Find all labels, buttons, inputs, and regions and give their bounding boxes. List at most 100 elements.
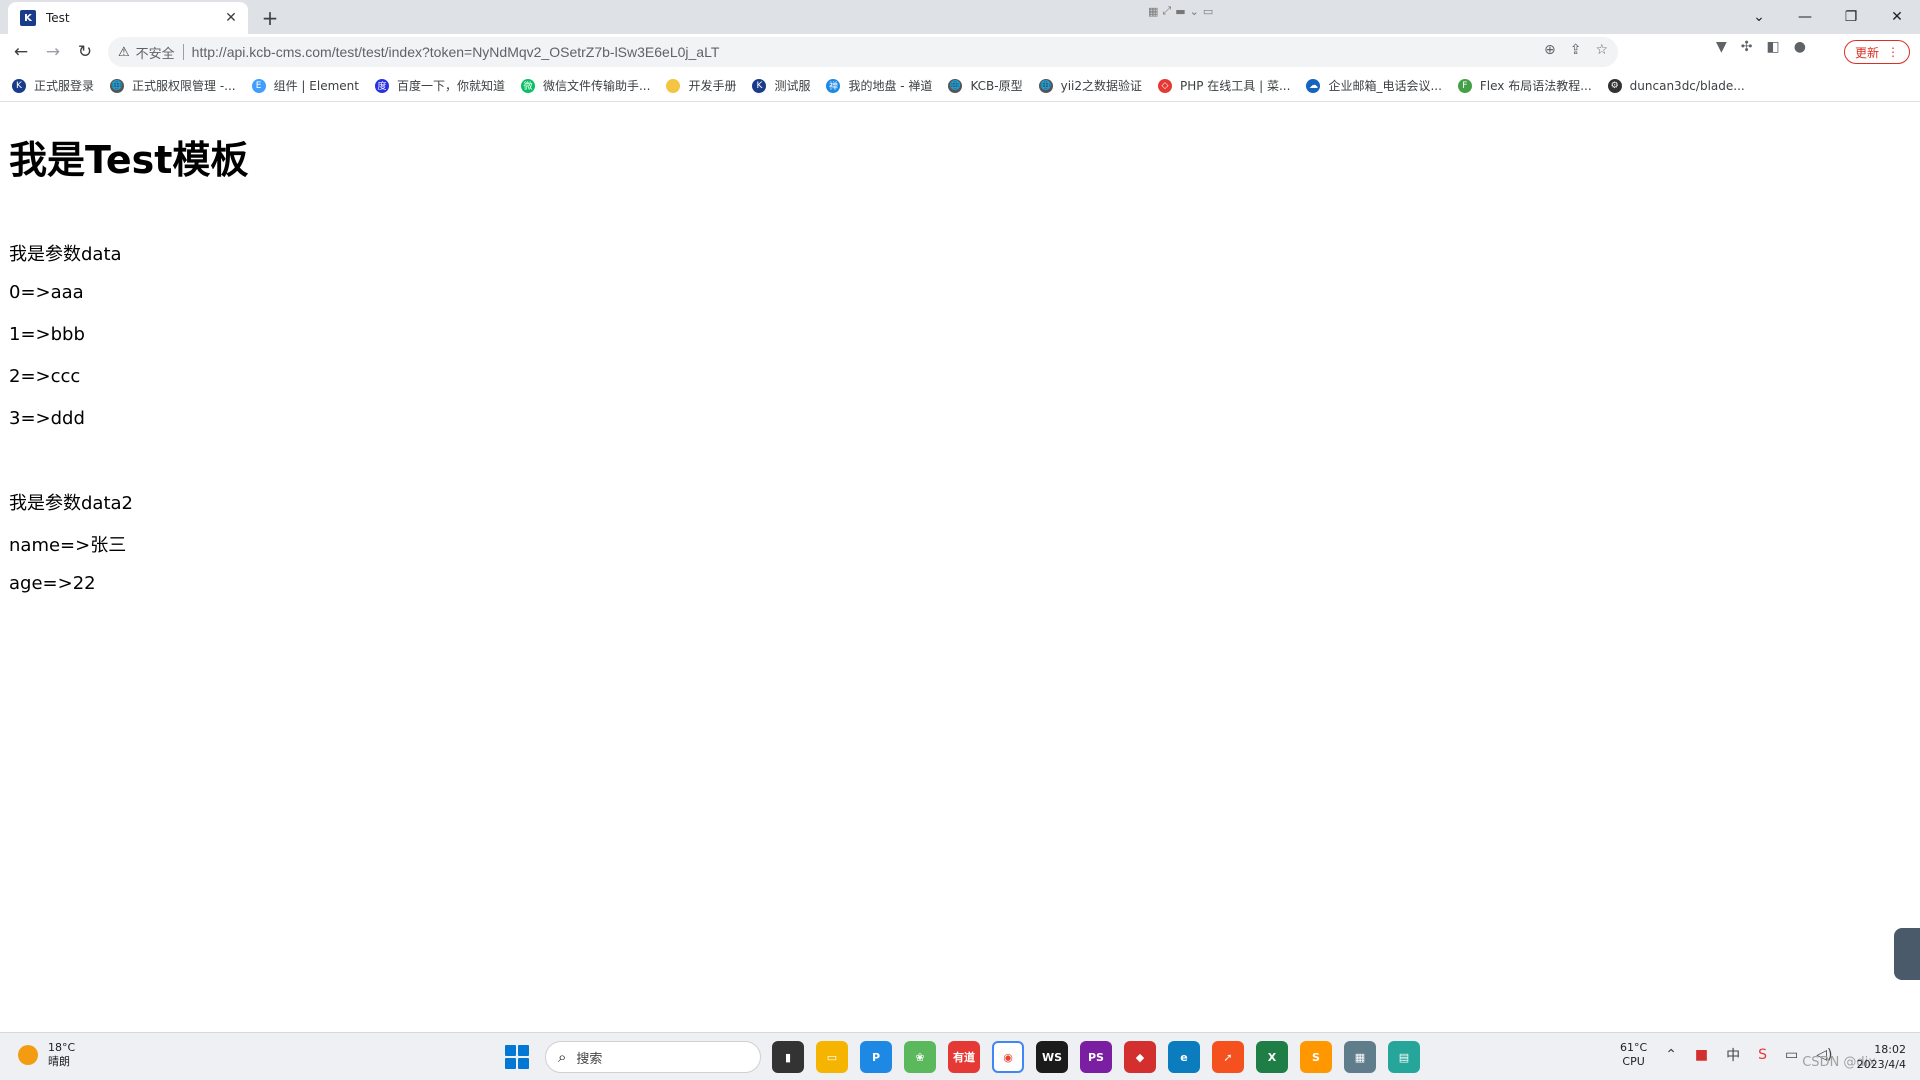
taskbar-search[interactable]: ⌕ 搜索 <box>545 1041 761 1073</box>
data2-label: 我是参数data2 <box>9 493 133 514</box>
bookmark-item[interactable]: ⚙ duncan3dc/blade... <box>1607 78 1745 93</box>
weather-widget[interactable]: 18°C 晴朗 <box>18 1041 75 1069</box>
phpstorm-icon[interactable]: PS <box>1080 1041 1112 1073</box>
tab-search-button[interactable]: ⌄ <box>1736 0 1782 34</box>
new-tab-button[interactable]: + <box>258 6 282 30</box>
shield-app-icon[interactable]: ◆ <box>1124 1041 1156 1073</box>
snap-layout-widget[interactable]: ▦ ⤢ ▬ ⌄ ▭ <box>1148 2 1236 20</box>
cpu-temp-widget[interactable]: 61°C CPU <box>1620 1041 1647 1069</box>
cpu-temp: 61°C <box>1620 1041 1648 1054</box>
back-button[interactable]: ← <box>8 39 34 65</box>
forward-button[interactable]: → <box>40 39 66 65</box>
bookmark-item[interactable]: K 测试服 <box>752 77 810 94</box>
chrome-icon[interactable]: ◉ <box>992 1041 1024 1073</box>
bookmark-item[interactable]: 度百度一下，你就知道 <box>374 77 505 94</box>
chevron-up-icon[interactable]: ⌃ <box>1665 1047 1677 1063</box>
page-content: 我是Test模板 我是参数data 0=>aaa 1=>bbb 2=>ccc 3… <box>0 103 1920 1032</box>
close-window-button[interactable]: ✕ <box>1874 0 1920 34</box>
edge-icon[interactable]: e <box>1168 1041 1200 1073</box>
url-text[interactable]: http://api.kcb-cms.com/test/test/index?t… <box>192 44 720 60</box>
bookmark-item[interactable]: E 组件 | Element <box>251 77 359 94</box>
taskbar: 18°C 晴朗 ⌕ 搜索 ▮ ▭ P ❀ 有道 ◉ WS PS ◆ e ➚ X … <box>0 1032 1920 1080</box>
excel-icon[interactable]: X <box>1256 1041 1288 1073</box>
data2-item-name: name=>张三 <box>9 535 127 556</box>
start-windows-icon[interactable] <box>505 1045 529 1069</box>
ime-icon[interactable]: 中 <box>1726 1045 1740 1065</box>
bookmark-favicon-icon: 🌐 <box>948 78 963 93</box>
bookmark-favicon-icon: F <box>1457 78 1472 93</box>
vue-devtools-icon[interactable]: ▼ <box>1716 39 1727 55</box>
dash-icon: ▬ <box>1175 4 1186 18</box>
feather-app-icon[interactable]: ❀ <box>904 1041 936 1073</box>
extensions-puzzle-icon[interactable]: ✣ <box>1741 39 1753 55</box>
task-view-icon[interactable]: ▮ <box>772 1041 804 1073</box>
data-item-2: 2=>ccc <box>9 366 81 387</box>
weather-temp: 18°C <box>48 1041 76 1054</box>
bookmark-item[interactable]: 🌐 KCB-原型 <box>948 77 1023 94</box>
network-icon[interactable]: ▭ <box>1785 1047 1798 1063</box>
bookmark-item[interactable]: F Flex 布局语法教程... <box>1457 77 1592 94</box>
update-button[interactable]: 更新 ⋮ <box>1844 40 1910 64</box>
share-icon[interactable]: ⇪ <box>1570 42 1582 58</box>
bookmark-label: 企业邮箱_电话会议... <box>1328 79 1442 93</box>
data-item-0: 0=>aaa <box>9 282 84 303</box>
insecure-label: 不安全 <box>135 46 175 62</box>
bookmark-item[interactable]: 开发手册 <box>666 77 736 94</box>
omnibox-divider <box>182 44 184 60</box>
bookmark-item[interactable]: ☁ 企业邮箱_电话会议... <box>1306 77 1442 94</box>
calculator-icon[interactable]: ▦ <box>1344 1041 1376 1073</box>
minimize-button[interactable]: — <box>1782 0 1828 34</box>
weather-text: 18°C 晴朗 <box>48 1041 75 1069</box>
red-tray-icon[interactable]: ■ <box>1695 1047 1708 1063</box>
postman-icon[interactable]: ➚ <box>1212 1041 1244 1073</box>
bookmark-item[interactable]: 微微信文件传输助手... <box>520 77 651 94</box>
side-floating-widget[interactable] <box>1894 928 1920 980</box>
screen-icon: ▭ <box>1202 4 1214 18</box>
extension-tools: ▼ ✣ ◧ ● <box>1716 39 1806 55</box>
zoom-icon[interactable]: ⊕ <box>1544 42 1556 58</box>
tab-test[interactable]: K Test ✕ <box>8 2 248 34</box>
sublime-icon[interactable]: S <box>1300 1041 1332 1073</box>
omnibox-actions: ⊕ ⇪ ☆ <box>1544 42 1608 58</box>
data-label: 我是参数data <box>9 244 122 265</box>
search-placeholder: 搜索 <box>576 1051 603 1067</box>
notepad-icon[interactable]: ▤ <box>1388 1041 1420 1073</box>
p-app-icon[interactable]: P <box>860 1041 892 1073</box>
bookmark-favicon-icon: 禅 <box>826 78 841 93</box>
bookmark-label: yii2之数据验证 <box>1060 79 1142 93</box>
bookmark-favicon-icon: K <box>12 78 26 93</box>
bookmark-favicon-icon <box>666 78 681 93</box>
system-clock[interactable]: 18:02 2023/4/4 <box>1857 1042 1906 1072</box>
reload-button[interactable]: ↻ <box>72 39 98 65</box>
chevron-down-icon: ⌄ <box>1189 4 1199 18</box>
tab-strip: K Test ✕ + ▦ ⤢ ▬ ⌄ ▭ ⌄ — ❐ ✕ <box>0 0 1920 34</box>
bookmark-favicon-icon: 🌐 <box>1038 78 1053 93</box>
side-panel-icon[interactable]: ◧ <box>1767 39 1780 55</box>
warning-icon: ⚠ <box>118 44 130 60</box>
bookmark-item[interactable]: ◇ PHP 在线工具 | 菜... <box>1158 77 1290 94</box>
bookmark-item[interactable]: 🌐 yii2之数据验证 <box>1038 77 1142 94</box>
red-app-icon[interactable]: 有道 <box>948 1041 980 1073</box>
taskbar-apps: ▮ ▭ P ❀ 有道 ◉ WS PS ◆ e ➚ X S ▦ ▤ <box>772 1041 1420 1073</box>
bookmark-label: PHP 在线工具 | 菜... <box>1180 79 1291 93</box>
bookmark-favicon-icon: ⚙ <box>1607 78 1622 93</box>
page-heading: 我是Test模板 <box>9 138 249 182</box>
bookmark-favicon-icon: K <box>752 78 767 93</box>
tab-close-icon[interactable]: ✕ <box>222 9 240 27</box>
bookmark-star-icon[interactable]: ☆ <box>1595 42 1608 58</box>
more-menu-icon: ⋮ <box>1887 45 1899 59</box>
restore-button[interactable]: ❐ <box>1828 0 1874 34</box>
bookmark-item[interactable]: 🌐 正式服权限管理 -... <box>110 77 236 94</box>
bookmark-item[interactable]: K 正式服登录 <box>12 77 94 94</box>
profile-avatar-icon[interactable]: ● <box>1794 39 1806 55</box>
bookmark-label: 正式服登录 <box>34 79 95 93</box>
file-explorer-icon[interactable]: ▭ <box>816 1041 848 1073</box>
address-bar[interactable]: ⚠ 不安全 http://api.kcb-cms.com/test/test/i… <box>108 37 1618 67</box>
data-item-1: 1=>bbb <box>9 324 85 345</box>
cpu-label: CPU <box>1622 1055 1645 1068</box>
sogou-icon[interactable]: S <box>1758 1047 1767 1063</box>
bookmark-label: 微信文件传输助手... <box>542 79 651 93</box>
bookmark-item[interactable]: 禅我的地盘 - 禅道 <box>826 77 932 94</box>
sun-icon <box>18 1045 38 1065</box>
webstorm-icon[interactable]: WS <box>1036 1041 1068 1073</box>
